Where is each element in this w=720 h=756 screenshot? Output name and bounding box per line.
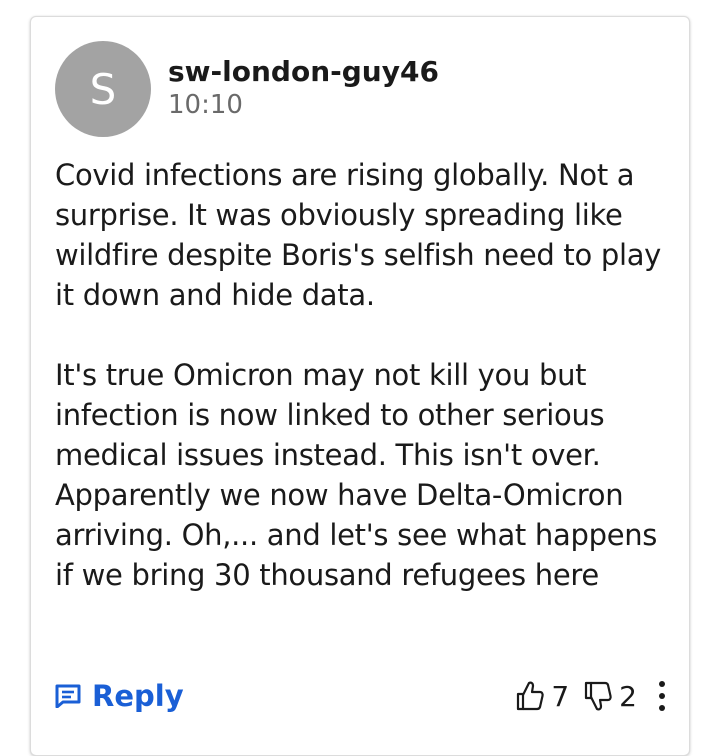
comment-card: S sw-london-guy46 10:10 Covid infections… — [30, 16, 690, 756]
downvote-count: 2 — [619, 679, 637, 713]
thumbs-up-icon — [515, 680, 545, 712]
avatar[interactable]: S — [55, 41, 151, 137]
username[interactable]: sw-london-guy46 — [168, 55, 439, 88]
more-vertical-icon-dot — [659, 693, 665, 699]
comment-actions: Reply 7 2 — [55, 675, 667, 717]
downvote-button[interactable]: 2 — [583, 680, 637, 713]
vote-controls: 7 2 — [515, 675, 667, 717]
upvote-button[interactable]: 7 — [515, 680, 569, 713]
more-vertical-icon — [659, 681, 665, 687]
more-vertical-icon-dot — [659, 705, 665, 711]
comment-body: Covid infections are rising globally. No… — [55, 155, 675, 595]
comment-paragraph: It's true Omicron may not kill you but i… — [55, 358, 658, 592]
timestamp: 10:10 — [168, 90, 243, 120]
reply-button[interactable]: Reply — [55, 675, 184, 717]
upvote-count: 7 — [551, 679, 570, 713]
comment-icon — [55, 684, 81, 709]
more-options-button[interactable] — [657, 681, 667, 711]
comment-paragraph: Covid infections are rising globally. No… — [55, 158, 662, 312]
thumbs-down-icon — [583, 680, 613, 712]
reply-label: Reply — [92, 679, 184, 713]
avatar-initial: S — [89, 64, 117, 114]
